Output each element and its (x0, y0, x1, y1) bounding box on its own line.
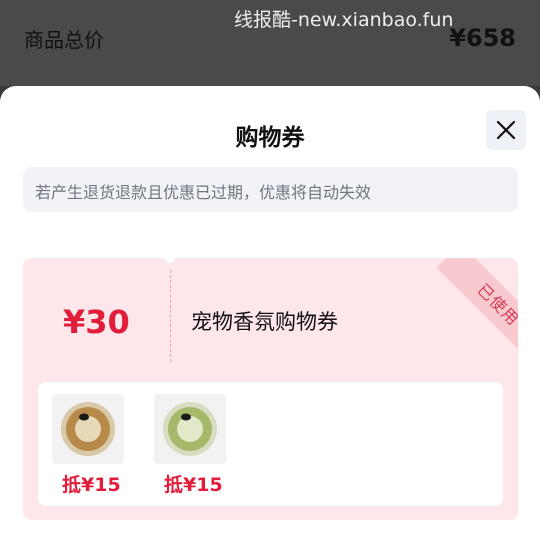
product-deduction: 抵¥15 (62, 474, 121, 496)
status-badge: 已使用 (473, 279, 518, 330)
watermark: 线报酷-new.xianbao.fun (234, 9, 454, 31)
coupon-sheet: 购物券 若产生退货退款且优惠已过期，优惠将自动失效 ¥30 宠物香氛购物券 已使… (0, 86, 540, 554)
product-image (52, 394, 124, 464)
product-item[interactable]: 抵¥15 (154, 394, 226, 496)
coupon-amount: ¥30 (63, 303, 130, 341)
close-icon (496, 120, 516, 140)
coupon-divider (170, 270, 171, 362)
total-price-label: 商品总价 (24, 28, 104, 52)
status-ribbon: 已使用 (408, 258, 518, 368)
order-summary-bar: 商品总价 ¥658 线报酷-new.xianbao.fun (0, 0, 540, 86)
coupon-card: ¥30 宠物香氛购物券 已使用 抵¥15 抵¥15 (23, 258, 518, 520)
coupon-notch (165, 258, 175, 263)
close-button[interactable] (486, 110, 526, 150)
cat-food-can-icon (61, 402, 115, 456)
notice-banner: 若产生退货退款且优惠已过期，优惠将自动失效 (23, 167, 518, 212)
applicable-products: 抵¥15 抵¥15 (38, 382, 503, 506)
total-price-value: ¥658 (449, 24, 516, 52)
notice-text: 若产生退货退款且优惠已过期，优惠将自动失效 (35, 183, 372, 202)
product-image (154, 394, 226, 464)
sheet-title: 购物券 (235, 125, 305, 151)
coupon-name: 宠物香氛购物券 (191, 310, 338, 334)
cat-food-can-icon (163, 402, 217, 456)
product-item[interactable]: 抵¥15 (52, 394, 124, 496)
product-deduction: 抵¥15 (164, 474, 223, 496)
